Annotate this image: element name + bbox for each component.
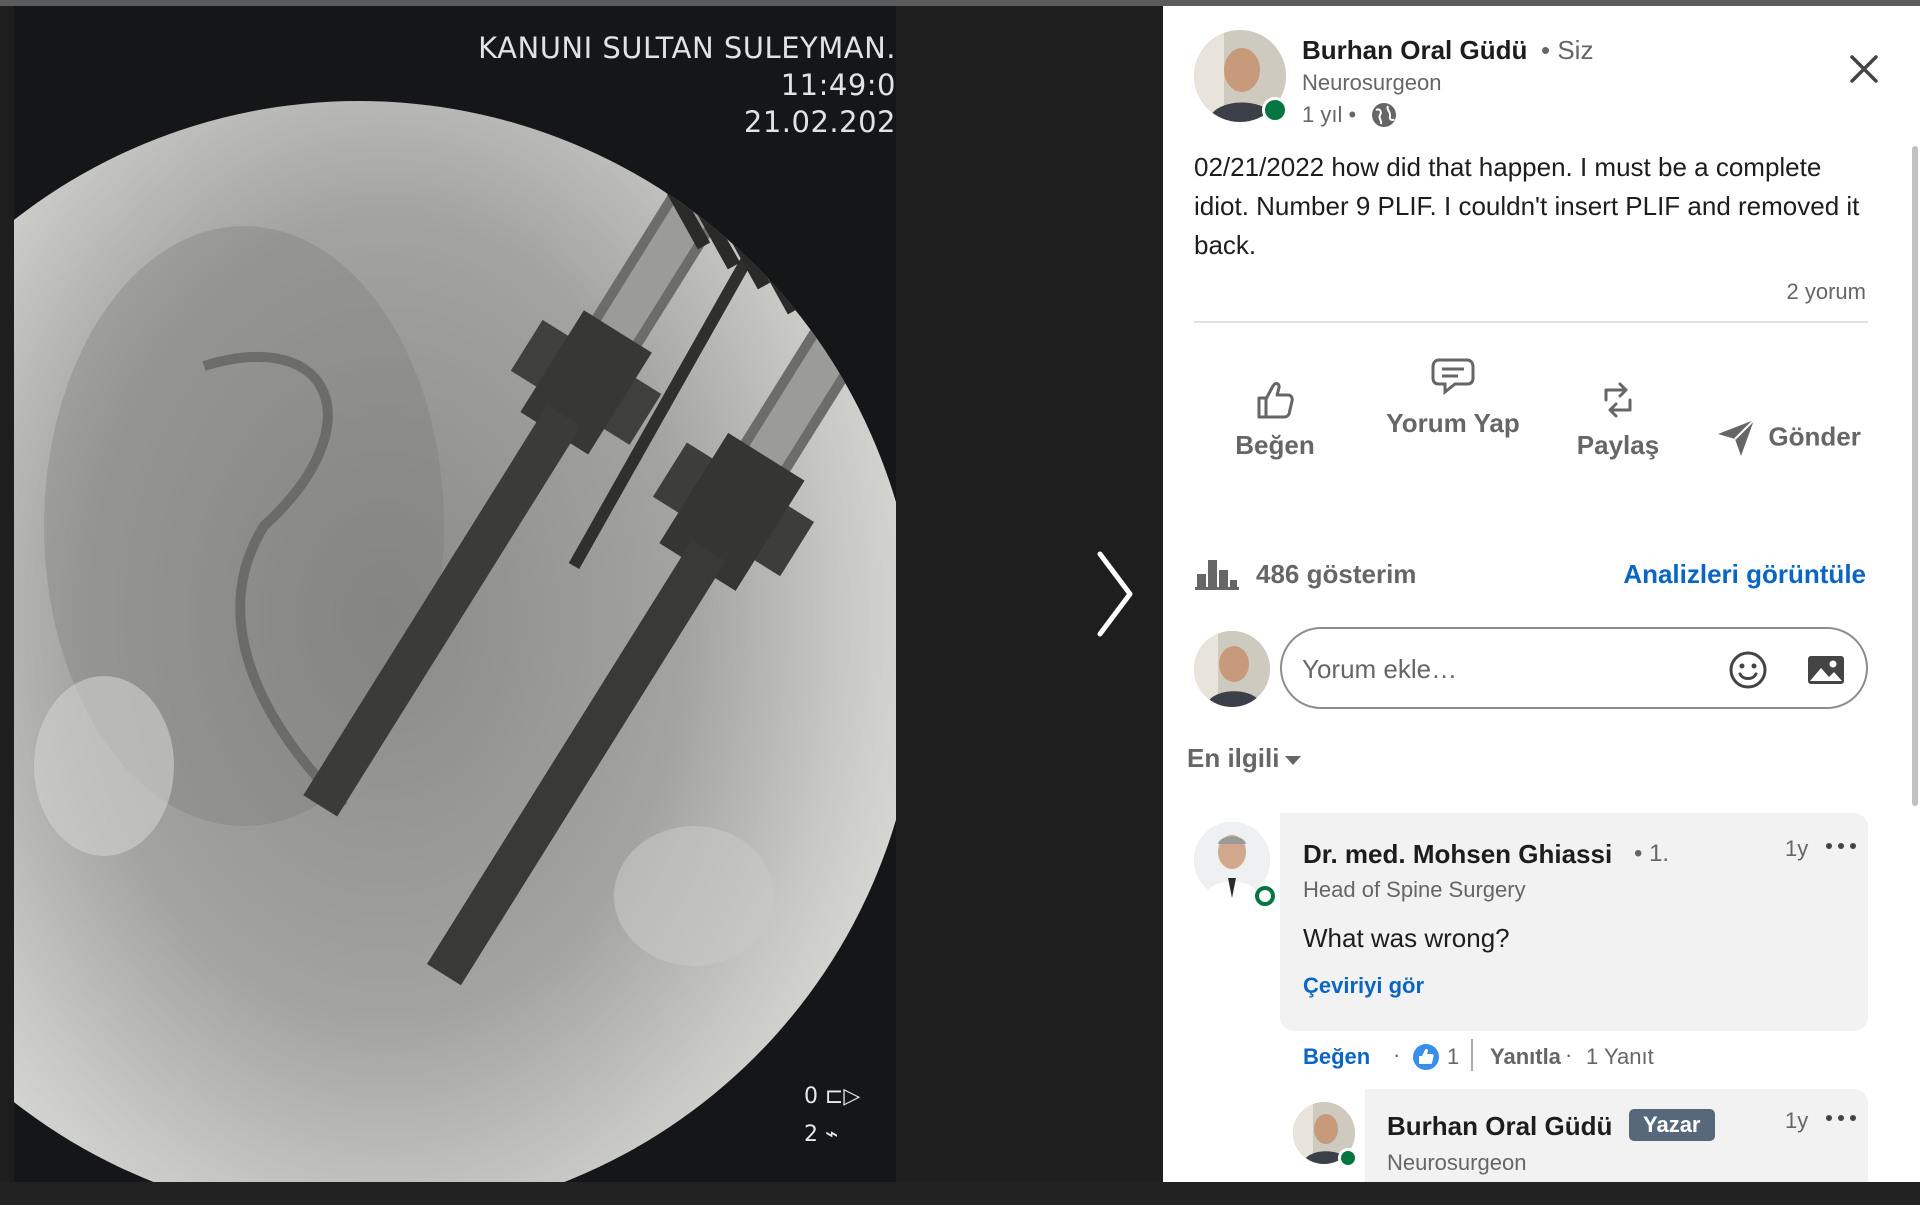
globe-icon [1372,103,1396,127]
like-label: Beğen [1235,430,1315,460]
post-text: 02/21/2022 how did that happen. I must b… [1194,152,1860,260]
comment-input-container [1280,627,1868,709]
separator [1471,1039,1473,1071]
author-badge: Yazar [1629,1109,1715,1141]
post-time: 1 yıl • [1302,102,1357,127]
reply-author-title: Neurosurgeon [1387,1150,1527,1175]
comment-more-button[interactable] [1823,836,1859,856]
share-label: Paylaş [1576,430,1660,460]
comment-time: 1y [1785,836,1809,861]
xray-monitor-icons: 0 ⊏▷ 2 ⌁ [804,1078,860,1154]
comment-label: Yorum Yap [1386,408,1520,438]
image-icon [1808,656,1844,684]
reaction-count[interactable]: 1 [1447,1044,1459,1070]
plug-icon: ⊏▷ [825,1084,861,1109]
separator-dot: · [1565,1042,1573,1067]
comment-sort-dropdown[interactable]: En ilgili [1187,743,1302,774]
comment-icon [1431,358,1475,396]
comment-input[interactable] [1302,649,1702,689]
tool-icon: ⌁ [825,1122,839,1147]
close-button[interactable] [1841,46,1887,92]
like-button[interactable]: Beğen [1225,378,1325,461]
thumbs-up-icon [1257,382,1294,419]
panel-scrollbar[interactable] [1910,146,1920,806]
reply-more-button[interactable] [1823,1108,1859,1128]
media-viewer: KANUNI SULTAN SULEYMAN. 11:49:0 21.02.20… [0,6,1163,1182]
reply-author-name[interactable]: Burhan Oral Güdü [1387,1111,1612,1142]
comment-button[interactable]: Yorum Yap [1383,356,1523,450]
view-analytics-link[interactable]: Analizleri görüntüle [1623,559,1866,590]
current-user-avatar [1194,631,1270,707]
reply-button[interactable]: Yanıtla [1490,1044,1561,1070]
send-button[interactable]: Gönder [1708,416,1868,458]
close-icon [1850,55,1878,83]
online-status-indicator [1338,1148,1358,1168]
overlay-time: 11:49:0 [780,68,896,102]
impressions-count: 486 gösterim [1256,559,1417,589]
online-status-indicator [1262,97,1288,123]
commenter-title: Head of Spine Surgery [1303,877,1526,902]
overlay-date: 21.02.202 [743,105,896,139]
reply-bubble: Burhan Oral Güdü Yazar 1y Neurosurgeon [1365,1089,1868,1182]
reply-time: 1y [1785,1108,1809,1133]
divider [1194,321,1868,323]
send-icon [1718,419,1755,456]
overlay-icon-label-2: 2 [804,1122,818,1147]
author-title: Neurosurgeon [1302,70,1442,95]
online-status-indicator [1255,886,1275,906]
post-image-xray: KANUNI SULTAN SULEYMAN. 11:49:0 21.02.20… [14,6,896,1182]
author-name[interactable]: Burhan Oral Güdü [1302,35,1527,66]
xray-illustration [14,6,896,1182]
author-relation: • Siz [1541,35,1594,65]
comment-text: What was wrong? [1303,923,1510,953]
emoji-button[interactable] [1727,649,1769,691]
browser-bottom-edge [0,1182,1920,1205]
caret-down-icon [1285,755,1302,765]
repost-button[interactable]: Paylaş [1553,378,1683,461]
add-image-button[interactable] [1805,649,1847,691]
see-translation-link[interactable]: Çeviriyi gör [1303,973,1424,999]
comment-bubble: Dr. med. Mohsen Ghiassi • 1. 1y Head of … [1280,813,1868,1031]
next-image-button[interactable] [1090,546,1140,642]
comment-count-link[interactable]: 2 yorum [1787,279,1866,305]
commenter-name[interactable]: Dr. med. Mohsen Ghiassi [1303,839,1612,870]
overlay-icon-label-1: 0 [804,1084,818,1109]
analytics-bar-chart-icon [1195,560,1239,590]
like-reaction-icon [1413,1044,1439,1070]
repost-icon [1604,382,1632,418]
more-horizontal-icon [1826,1115,1856,1121]
connection-degree: • 1. [1634,840,1670,867]
sort-label: En ilgili [1187,743,1280,773]
overlay-hospital: KANUNI SULTAN SULEYMAN. [478,31,896,65]
replies-count-link[interactable]: 1 Yanıt [1586,1044,1654,1070]
separator-dot: · [1393,1042,1401,1067]
send-label: Gönder [1768,421,1861,452]
more-horizontal-icon [1826,843,1856,849]
emoji-icon [1729,651,1767,689]
linkedin-media-viewer: KANUNI SULTAN SULEYMAN. 11:49:0 21.02.20… [0,0,1920,1205]
scrollbar-thumb[interactable] [1912,146,1918,806]
xray-monitor-overlay: KANUNI SULTAN SULEYMAN. 11:49:0 21.02.20… [478,30,896,141]
post-detail-panel: Burhan Oral Güdü • Siz Neurosurgeon 1 yı… [1163,6,1920,1182]
comment-like-button[interactable]: Beğen [1303,1044,1370,1070]
chevron-right-icon [1097,551,1133,637]
